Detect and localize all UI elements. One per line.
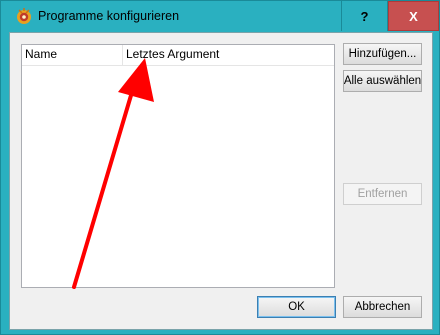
column-header-name[interactable]: Name — [22, 45, 123, 65]
close-icon: X — [409, 8, 418, 24]
help-icon: ? — [360, 8, 369, 24]
title-bar[interactable]: Programme konfigurieren ? X — [1, 1, 439, 33]
column-header-last-argument[interactable]: Letztes Argument — [123, 45, 323, 65]
dialog-window: Programme konfigurieren ? X Name Letztes… — [0, 0, 440, 335]
dialog-content: Name Letztes Argument Hinzufügen... Alle… — [9, 32, 433, 330]
window-title: Programme konfigurieren — [38, 9, 180, 23]
remove-button[interactable]: Entfernen — [343, 183, 422, 205]
list-header: Name Letztes Argument — [22, 45, 334, 66]
program-list[interactable]: Name Letztes Argument — [21, 44, 335, 288]
cancel-button[interactable]: Abbrechen — [343, 296, 422, 318]
select-all-button[interactable]: Alle auswählen — [343, 70, 422, 92]
close-button[interactable]: X — [388, 1, 439, 31]
help-button[interactable]: ? — [341, 1, 388, 31]
add-button[interactable]: Hinzufügen... — [343, 43, 422, 65]
app-logo-icon — [15, 7, 33, 25]
ok-button[interactable]: OK — [257, 296, 336, 318]
